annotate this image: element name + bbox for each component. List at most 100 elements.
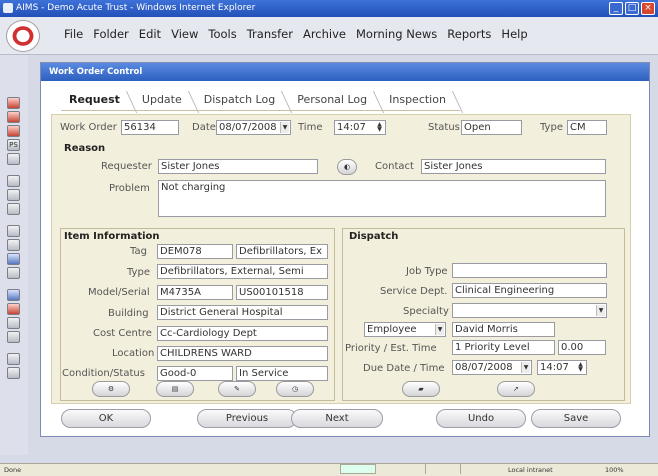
lookup-button[interactable]: ◐ bbox=[337, 159, 357, 175]
record-icon[interactable] bbox=[7, 303, 20, 315]
contact-label: Contact bbox=[375, 161, 414, 172]
calendar-icon[interactable] bbox=[7, 317, 20, 329]
location-icon[interactable] bbox=[7, 253, 20, 265]
timer-button[interactable]: ◷ bbox=[276, 381, 314, 397]
menu-transfer[interactable]: Transfer bbox=[247, 27, 293, 41]
print-icon[interactable] bbox=[7, 367, 20, 379]
job-type-field[interactable] bbox=[452, 263, 607, 278]
work-order-field[interactable]: 56134 bbox=[121, 120, 179, 135]
model-serial-label: Model/Serial bbox=[88, 287, 150, 298]
specialty-dropdown[interactable]: ▼ bbox=[452, 303, 607, 318]
priority-field[interactable]: 1 Priority Level bbox=[452, 340, 555, 355]
ok-button[interactable]: OK bbox=[61, 409, 151, 428]
model-field[interactable]: M4735A bbox=[157, 285, 233, 300]
dispatch-send-button[interactable]: ▰ bbox=[402, 381, 440, 397]
search-icon[interactable] bbox=[7, 175, 20, 187]
service-dept-label: Service Dept. bbox=[380, 286, 448, 297]
window-controls: _ □ × bbox=[609, 2, 655, 15]
assign-type-dropdown[interactable]: Employee ▼ bbox=[364, 322, 446, 337]
record-icon[interactable] bbox=[7, 97, 20, 109]
cost-centre-field[interactable]: Cc-Cardiology Dept bbox=[157, 326, 328, 341]
spinner-icon[interactable]: ▲ ▼ bbox=[375, 122, 384, 133]
tab-bar: Request Update Dispatch Log Personal Log… bbox=[61, 91, 460, 111]
tag-description-field[interactable]: Defibrillators, Ex bbox=[236, 244, 328, 259]
time-field[interactable]: 14:07 ▲ ▼ bbox=[334, 120, 386, 135]
grid-icon[interactable] bbox=[7, 203, 20, 215]
report-icon[interactable] bbox=[7, 239, 20, 251]
record-icon[interactable] bbox=[7, 289, 20, 301]
tab-request[interactable]: Request bbox=[61, 91, 134, 111]
record-icon[interactable] bbox=[7, 111, 20, 123]
dispatch-heading: Dispatch bbox=[349, 231, 399, 242]
chevron-down-icon[interactable]: ▼ bbox=[596, 305, 605, 316]
next-button[interactable]: Next bbox=[291, 409, 383, 428]
est-time-field[interactable]: 0.00 bbox=[558, 340, 606, 355]
notes-icon[interactable] bbox=[7, 353, 20, 365]
contact-field[interactable]: Sister Jones bbox=[421, 159, 606, 174]
requester-field[interactable]: Sister Jones bbox=[158, 159, 318, 174]
requester-label: Requester bbox=[101, 161, 152, 172]
due-time-field[interactable]: 14:07 ▲ ▼ bbox=[537, 360, 587, 375]
location-field[interactable]: CHILDRENS WARD bbox=[157, 346, 328, 361]
zoom-level[interactable]: 100% bbox=[605, 464, 624, 476]
menu-edit[interactable]: Edit bbox=[139, 27, 161, 41]
due-date-field[interactable]: 08/07/2008 ▼ bbox=[452, 360, 532, 375]
menu-folder[interactable]: Folder bbox=[93, 27, 129, 41]
service-dept-field[interactable]: Clinical Engineering bbox=[452, 283, 607, 298]
menu-help[interactable]: Help bbox=[501, 27, 527, 41]
zone-text: Local intranet bbox=[508, 466, 553, 474]
chevron-down-icon[interactable]: ▼ bbox=[280, 122, 289, 133]
assign-type-value: Employee bbox=[367, 324, 417, 335]
date-field[interactable]: 08/07/2008 ▼ bbox=[216, 120, 291, 135]
location-label: Location bbox=[112, 348, 155, 359]
menu-morning-news[interactable]: Morning News bbox=[356, 27, 437, 41]
chevron-down-icon[interactable]: ▼ bbox=[521, 362, 530, 373]
menu-archive[interactable]: Archive bbox=[303, 27, 346, 41]
spinner-icon[interactable]: ▲ ▼ bbox=[576, 362, 585, 373]
undo-button[interactable]: Undo bbox=[436, 409, 526, 428]
ps-icon[interactable]: PS bbox=[7, 139, 20, 151]
maximize-button[interactable]: □ bbox=[625, 2, 639, 15]
chevron-down-icon[interactable]: ▼ bbox=[435, 324, 444, 335]
tag-field[interactable]: DEM078 bbox=[157, 244, 233, 259]
binoculars-icon[interactable] bbox=[7, 189, 20, 201]
time-label: Time bbox=[298, 122, 323, 133]
record-icon[interactable] bbox=[7, 153, 20, 165]
list-icon[interactable] bbox=[7, 225, 20, 237]
menu-reports[interactable]: Reports bbox=[447, 27, 491, 41]
menu-file[interactable]: File bbox=[64, 27, 83, 41]
item-type-field[interactable]: Defibrillators, External, Semi bbox=[157, 264, 328, 279]
record-icon[interactable] bbox=[7, 125, 20, 137]
ie-icon bbox=[3, 3, 13, 13]
menu-bar: File Folder Edit View Tools Transfer Arc… bbox=[0, 17, 658, 55]
dispatch-action-button[interactable]: ➚ bbox=[497, 381, 535, 397]
work-order-window: Work Order Control Request Update Dispat… bbox=[40, 62, 650, 437]
type-field[interactable]: CM bbox=[567, 120, 607, 135]
problem-textarea[interactable]: Not charging bbox=[158, 180, 606, 217]
menu-tools[interactable]: Tools bbox=[208, 27, 236, 41]
document-button[interactable]: ▤ bbox=[156, 381, 194, 397]
time-value: 14:07 bbox=[337, 122, 366, 133]
menu-view[interactable]: View bbox=[171, 27, 198, 41]
close-button[interactable]: × bbox=[641, 2, 655, 15]
tab-update[interactable]: Update bbox=[133, 91, 196, 111]
serial-field[interactable]: US00101518 bbox=[236, 285, 328, 300]
tab-dispatch-log[interactable]: Dispatch Log bbox=[195, 91, 290, 111]
building-field[interactable]: District General Hospital bbox=[157, 305, 328, 320]
tab-personal-log[interactable]: Personal Log bbox=[289, 91, 382, 111]
type-label: Type bbox=[540, 122, 563, 133]
equipment-history-button[interactable]: ⚙ bbox=[92, 381, 130, 397]
minimize-button[interactable]: _ bbox=[609, 2, 623, 15]
assignee-field[interactable]: David Morris bbox=[452, 322, 555, 337]
filter-icon[interactable] bbox=[7, 267, 20, 279]
previous-button[interactable]: Previous bbox=[197, 409, 297, 428]
save-button[interactable]: Save bbox=[531, 409, 621, 428]
tab-inspection[interactable]: Inspection bbox=[381, 91, 460, 111]
condition-field[interactable]: Good-0 bbox=[157, 366, 233, 381]
condition-status-label: Condition/Status bbox=[62, 368, 145, 379]
item-status-field[interactable]: In Service bbox=[236, 366, 328, 381]
parts-button[interactable]: ✎ bbox=[218, 381, 256, 397]
work-order-label: Work Order bbox=[60, 122, 117, 133]
status-field[interactable]: Open bbox=[461, 120, 522, 135]
calendar-icon[interactable] bbox=[7, 331, 20, 343]
